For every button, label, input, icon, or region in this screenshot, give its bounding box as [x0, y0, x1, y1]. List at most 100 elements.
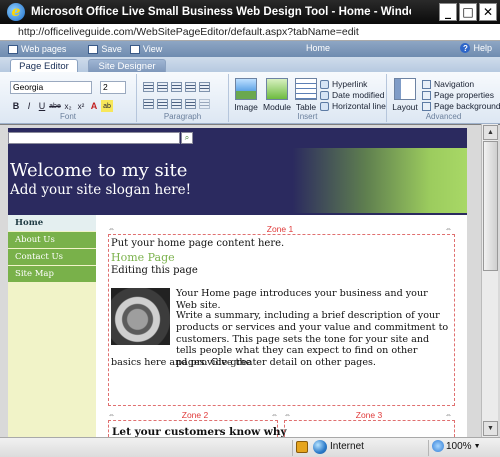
- web-pages-menu[interactable]: Web pages: [8, 44, 66, 54]
- status-bar: [0, 437, 500, 457]
- view-button[interactable]: View: [129, 44, 162, 54]
- align-center-icon[interactable]: [185, 82, 196, 92]
- bullet-list-icon[interactable]: [157, 99, 168, 109]
- zone-2-label: Zone 2: [181, 410, 209, 420]
- paragraph-group-label: Paragraph: [163, 112, 202, 121]
- numbered-list-icon[interactable]: [143, 99, 154, 109]
- strikethrough-button[interactable]: abe: [49, 100, 61, 112]
- navigation-label: Navigation: [434, 79, 475, 89]
- scroll-down-icon[interactable]: ▼: [483, 421, 498, 436]
- security-zone-text: Internet: [330, 441, 364, 452]
- horizontal-line-icon: [320, 101, 329, 111]
- site-navigation: Home About Us Contact Us Site Map: [8, 215, 96, 437]
- zoom-level: 100%: [446, 440, 472, 452]
- security-lock-icon: [296, 441, 308, 453]
- close-button[interactable]: ✕: [479, 3, 497, 21]
- status-divider: [428, 440, 429, 456]
- internet-zone-icon: [313, 440, 327, 454]
- content-placeholder-text[interactable]: Put your home page content here.: [111, 238, 284, 249]
- navigation-icon: [422, 79, 431, 89]
- zone-2-handle-right-icon[interactable]: ⇔: [271, 412, 278, 419]
- site-search-input[interactable]: [8, 132, 180, 144]
- layout-icon: [394, 78, 416, 100]
- window-title-bar: e Microsoft Office Live Small Business W…: [0, 0, 500, 24]
- insert-image-button[interactable]: Image: [233, 78, 259, 112]
- paragraph-group: Paragraph: [137, 74, 229, 122]
- scroll-thumb[interactable]: [483, 141, 498, 271]
- superscript-button[interactable]: x²: [75, 100, 87, 112]
- outdent-icon[interactable]: [171, 99, 182, 109]
- insert-module-label: Module: [263, 102, 291, 112]
- font-size-select[interactable]: 2: [100, 81, 126, 94]
- indent-icon[interactable]: [185, 99, 196, 109]
- tab-page-editor[interactable]: Page Editor: [10, 59, 78, 72]
- nav-item-site-map[interactable]: Site Map: [8, 266, 96, 282]
- web-pages-label: Web pages: [21, 44, 67, 54]
- bold-button[interactable]: B: [10, 100, 22, 112]
- nav-item-about-us[interactable]: About Us: [8, 232, 96, 248]
- layout-button[interactable]: Layout: [391, 78, 419, 112]
- font-family-select[interactable]: Georgia: [10, 81, 92, 94]
- zone-1-handle-left-icon[interactable]: ⇔: [108, 226, 115, 233]
- save-label: Save: [101, 44, 122, 54]
- zoom-control[interactable]: 100% ▼: [432, 440, 481, 452]
- date-modified-button[interactable]: Date modified: [320, 90, 384, 100]
- content-heading[interactable]: Home Page: [111, 251, 175, 264]
- page-background-button[interactable]: Page background: [422, 101, 500, 111]
- vertical-scrollbar[interactable]: ▲ ▼: [481, 124, 498, 437]
- insert-module-button[interactable]: Module: [262, 78, 292, 112]
- subscript-button[interactable]: x₂: [62, 100, 74, 112]
- underline-button[interactable]: U: [36, 100, 48, 112]
- align-left-icon[interactable]: [171, 82, 182, 92]
- nav-item-contact-us[interactable]: Contact Us: [8, 249, 96, 265]
- nav-item-home[interactable]: Home: [8, 215, 96, 231]
- help-label: Help: [473, 43, 492, 53]
- horizontal-line-button[interactable]: Horizontal line: [320, 101, 386, 111]
- content-paragraph-2-continued[interactable]: basics here and provide greater detail o…: [111, 357, 451, 369]
- align-right-icon[interactable]: [199, 82, 210, 92]
- insert-table-button[interactable]: Table: [293, 78, 319, 112]
- indent-increase-icon[interactable]: [157, 82, 168, 92]
- help-icon: ?: [460, 43, 471, 53]
- page-background-label: Page background: [434, 101, 500, 111]
- current-page-name: Home: [306, 43, 331, 53]
- content-subheading[interactable]: Editing this page: [111, 265, 198, 276]
- font-color-button[interactable]: A: [88, 100, 100, 112]
- zone-3-handle-left-icon[interactable]: ⇔: [284, 412, 291, 419]
- chevron-down-icon[interactable]: ▼: [474, 443, 481, 450]
- zone-3-handle-right-icon[interactable]: ⇔: [445, 412, 452, 419]
- site-search-icon[interactable]: ⌕: [181, 132, 193, 144]
- insert-table-label: Table: [295, 102, 317, 112]
- highlight-button[interactable]: ab: [101, 100, 113, 112]
- help-button[interactable]: ? Help: [460, 43, 492, 53]
- hyperlink-button[interactable]: Hyperlink: [320, 79, 367, 89]
- navigation-button[interactable]: Navigation: [422, 79, 474, 89]
- site-slogan[interactable]: Add your site slogan here!: [10, 182, 191, 198]
- page-properties-button[interactable]: Page properties: [422, 90, 494, 100]
- zoom-icon: [432, 440, 444, 452]
- address-bar[interactable]: http://officeliveguide.com/WebSitePageEd…: [0, 24, 500, 41]
- minimize-button[interactable]: _: [439, 3, 457, 21]
- url-text[interactable]: http://officeliveguide.com/WebSitePageEd…: [0, 26, 359, 38]
- indent-decrease-icon[interactable]: [143, 82, 154, 92]
- hyperlink-icon: [320, 79, 329, 89]
- scroll-up-icon[interactable]: ▲: [483, 125, 498, 140]
- content-paragraph-1[interactable]: Your Home page introduces your business …: [176, 288, 451, 312]
- zone-3[interactable]: [284, 420, 455, 437]
- font-group-label: Font: [59, 112, 76, 121]
- insert-group-label: Insert: [297, 112, 318, 121]
- save-button[interactable]: Save: [88, 44, 122, 54]
- status-divider: [292, 440, 293, 456]
- site-title[interactable]: Welcome to my site: [10, 160, 187, 181]
- date-modified-icon: [320, 90, 329, 100]
- web-pages-icon: [8, 44, 18, 54]
- clear-format-icon[interactable]: [199, 99, 210, 109]
- content-image[interactable]: [111, 288, 170, 345]
- zone-2-handle-left-icon[interactable]: ⇔: [108, 412, 115, 419]
- italic-button[interactable]: I: [23, 100, 35, 112]
- insert-image-label: Image: [234, 102, 258, 112]
- image-icon: [235, 78, 257, 100]
- tab-site-designer[interactable]: Site Designer: [88, 59, 166, 72]
- maximize-button[interactable]: □: [459, 3, 477, 21]
- zone-1-handle-right-icon[interactable]: ⇔: [445, 226, 452, 233]
